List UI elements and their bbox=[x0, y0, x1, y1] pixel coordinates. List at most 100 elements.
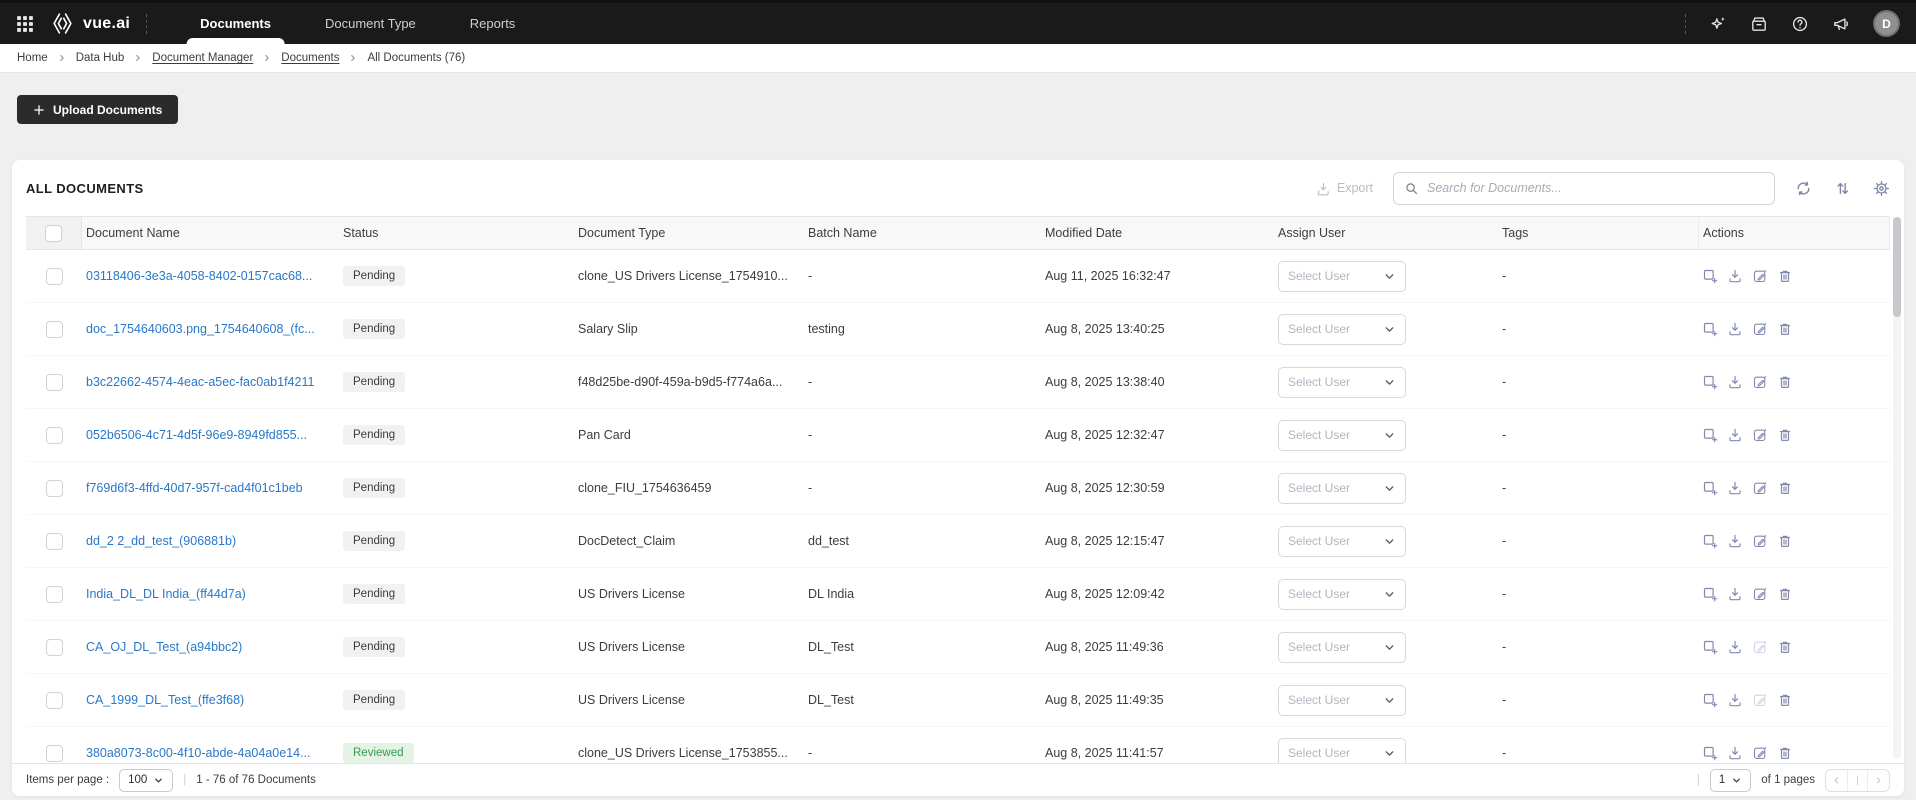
document-name-link[interactable]: 052b6506-4c71-4d5f-96e9-8949fd855... bbox=[86, 428, 307, 442]
export-button[interactable]: Export bbox=[1316, 181, 1373, 196]
edit-icon-button[interactable] bbox=[1752, 692, 1768, 708]
row-checkbox[interactable] bbox=[45, 373, 63, 391]
archive-box-icon[interactable] bbox=[1750, 15, 1768, 33]
prev-page-button[interactable] bbox=[1826, 770, 1847, 791]
assign-user-select[interactable]: Select User bbox=[1278, 472, 1406, 504]
row-checkbox[interactable] bbox=[45, 744, 63, 762]
delete-icon-button[interactable] bbox=[1777, 533, 1793, 549]
expand-plus-icon bbox=[1703, 428, 1718, 443]
delete-icon-button[interactable] bbox=[1777, 639, 1793, 655]
edit-icon-button[interactable] bbox=[1752, 268, 1768, 284]
assign-user-select[interactable]: Select User bbox=[1278, 260, 1406, 292]
breadcrumb-home[interactable]: Home bbox=[17, 52, 48, 64]
user-avatar[interactable]: D bbox=[1873, 10, 1900, 37]
scrollbar-thumb[interactable] bbox=[1893, 217, 1901, 317]
delete-icon-button[interactable] bbox=[1777, 586, 1793, 602]
download-icon-button[interactable] bbox=[1727, 586, 1743, 602]
row-checkbox[interactable] bbox=[45, 638, 63, 656]
upload-documents-button[interactable]: Upload Documents bbox=[17, 95, 179, 124]
document-name-link[interactable]: dd_2 2_dd_test_(906881b) bbox=[86, 534, 236, 548]
search-input[interactable] bbox=[1427, 181, 1764, 195]
review-icon-button[interactable] bbox=[1702, 374, 1718, 390]
review-icon-button[interactable] bbox=[1702, 692, 1718, 708]
ai-sparkle-icon[interactable] bbox=[1709, 15, 1727, 33]
document-name-link[interactable]: CA_OJ_DL_Test_(a94bbc2) bbox=[86, 640, 242, 654]
assign-user-select[interactable]: Select User bbox=[1278, 737, 1406, 763]
download-icon-button[interactable] bbox=[1727, 374, 1743, 390]
assign-user-select[interactable]: Select User bbox=[1278, 419, 1406, 451]
download-icon-button[interactable] bbox=[1727, 480, 1743, 496]
breadcrumb-data-hub[interactable]: Data Hub bbox=[76, 52, 125, 64]
download-icon-button[interactable] bbox=[1727, 692, 1743, 708]
download-icon-button[interactable] bbox=[1727, 639, 1743, 655]
download-icon-button[interactable] bbox=[1727, 321, 1743, 337]
edit-icon-button[interactable] bbox=[1752, 533, 1768, 549]
select-all-checkbox[interactable] bbox=[45, 224, 62, 242]
sort-icon[interactable] bbox=[1834, 180, 1851, 197]
edit-icon-button[interactable] bbox=[1752, 374, 1768, 390]
delete-icon-button[interactable] bbox=[1777, 374, 1793, 390]
download-icon-button[interactable] bbox=[1727, 745, 1743, 761]
document-name-link[interactable]: 380a8073-8c00-4f10-abde-4a04a0e14... bbox=[86, 746, 311, 760]
download-icon-button[interactable] bbox=[1727, 533, 1743, 549]
document-name-link[interactable]: b3c22662-4574-4eac-a5ec-fac0ab1f4211 bbox=[86, 375, 314, 389]
announcement-megaphone-icon[interactable] bbox=[1832, 15, 1850, 33]
review-icon-button[interactable] bbox=[1702, 533, 1718, 549]
col-header-batch-name: Batch Name bbox=[808, 226, 877, 240]
document-name-link[interactable]: 03118406-3e3a-4058-8402-0157cac68... bbox=[86, 269, 312, 283]
row-checkbox[interactable] bbox=[45, 585, 63, 603]
review-icon-button[interactable] bbox=[1702, 639, 1718, 655]
vue-ai-logo[interactable]: vue.ai bbox=[50, 11, 130, 36]
app-grid-icon[interactable] bbox=[16, 15, 34, 33]
page-select[interactable]: 1 bbox=[1709, 768, 1752, 792]
review-icon-button[interactable] bbox=[1702, 480, 1718, 496]
delete-icon-button[interactable] bbox=[1777, 427, 1793, 443]
download-icon-button[interactable] bbox=[1727, 268, 1743, 284]
row-checkbox[interactable] bbox=[45, 691, 63, 709]
review-icon-button[interactable] bbox=[1702, 427, 1718, 443]
delete-icon-button[interactable] bbox=[1777, 321, 1793, 337]
delete-icon-button[interactable] bbox=[1777, 480, 1793, 496]
assign-user-select[interactable]: Select User bbox=[1278, 684, 1406, 716]
document-name-link[interactable]: CA_1999_DL_Test_(ffe3f68) bbox=[86, 693, 244, 707]
document-type-cell: Pan Card bbox=[578, 428, 631, 442]
row-checkbox[interactable] bbox=[45, 426, 63, 444]
next-page-button[interactable] bbox=[1868, 770, 1889, 791]
review-icon-button[interactable] bbox=[1702, 586, 1718, 602]
row-checkbox[interactable] bbox=[45, 267, 63, 285]
assign-user-select[interactable]: Select User bbox=[1278, 525, 1406, 557]
nav-item-document-type[interactable]: Document Type bbox=[298, 3, 443, 44]
assign-user-select[interactable]: Select User bbox=[1278, 366, 1406, 398]
edit-icon-button[interactable] bbox=[1752, 480, 1768, 496]
edit-icon-button[interactable] bbox=[1752, 639, 1768, 655]
settings-gear-icon[interactable] bbox=[1873, 180, 1890, 197]
nav-item-reports[interactable]: Reports bbox=[443, 3, 543, 44]
assign-user-select[interactable]: Select User bbox=[1278, 313, 1406, 345]
breadcrumb-document-manager[interactable]: Document Manager bbox=[152, 52, 253, 64]
row-checkbox[interactable] bbox=[45, 479, 63, 497]
row-checkbox[interactable] bbox=[45, 532, 63, 550]
row-checkbox[interactable] bbox=[45, 320, 63, 338]
breadcrumb-documents[interactable]: Documents bbox=[281, 52, 339, 64]
review-icon-button[interactable] bbox=[1702, 321, 1718, 337]
delete-icon-button[interactable] bbox=[1777, 745, 1793, 761]
edit-icon-button[interactable] bbox=[1752, 427, 1768, 443]
nav-item-documents[interactable]: Documents bbox=[173, 3, 298, 44]
document-name-link[interactable]: India_DL_DL India_(ff44d7a) bbox=[86, 587, 246, 601]
delete-icon-button[interactable] bbox=[1777, 692, 1793, 708]
search-box bbox=[1393, 171, 1775, 205]
document-name-link[interactable]: f769d6f3-4ffd-40d7-957f-cad4f01c1beb bbox=[86, 481, 303, 495]
document-name-link[interactable]: doc_1754640603.png_1754640608_(fc... bbox=[86, 322, 315, 336]
edit-icon-button[interactable] bbox=[1752, 586, 1768, 602]
review-icon-button[interactable] bbox=[1702, 745, 1718, 761]
help-icon[interactable] bbox=[1791, 15, 1809, 33]
delete-icon-button[interactable] bbox=[1777, 268, 1793, 284]
items-per-page-select[interactable]: 100 bbox=[119, 768, 174, 792]
refresh-icon[interactable] bbox=[1795, 180, 1812, 197]
assign-user-select[interactable]: Select User bbox=[1278, 578, 1406, 610]
download-icon-button[interactable] bbox=[1727, 427, 1743, 443]
edit-icon-button[interactable] bbox=[1752, 745, 1768, 761]
edit-icon-button[interactable] bbox=[1752, 321, 1768, 337]
assign-user-select[interactable]: Select User bbox=[1278, 631, 1406, 663]
review-icon-button[interactable] bbox=[1702, 268, 1718, 284]
